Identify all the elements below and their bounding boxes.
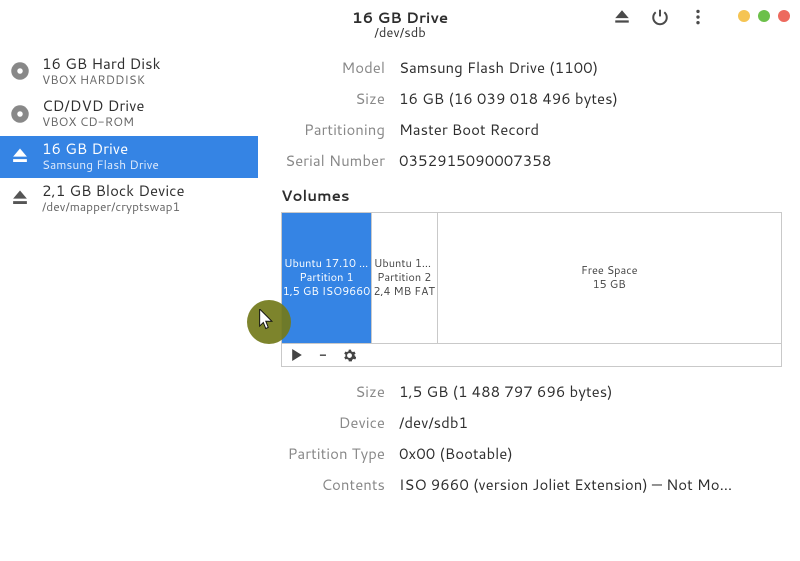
play-icon xyxy=(291,349,303,361)
window-close[interactable] xyxy=(778,10,790,22)
volume-block-0[interactable]: Ubuntu 17.10 a…Partition 11,5 GB ISO9660 xyxy=(282,213,372,343)
eject-button[interactable] xyxy=(610,5,634,29)
field-label: Model xyxy=(259,57,385,78)
field-value: 0x00 (Bootable) xyxy=(399,443,782,464)
volume-block-1[interactable]: Ubuntu 17…Partition 22,4 MB FAT xyxy=(372,213,438,343)
header-subtitle: /dev/sdb xyxy=(352,26,448,40)
drive-icon xyxy=(8,186,32,210)
field-value: Samsung Flash Drive (1100) xyxy=(399,57,782,78)
field-label: Partition Type xyxy=(259,443,385,464)
field-label: Partitioning xyxy=(259,119,385,140)
eject-icon xyxy=(613,8,631,26)
sidebar-item-subtitle: Samsung Flash Drive xyxy=(42,158,159,172)
field-label: Contents xyxy=(259,474,385,495)
field-value: 0352915090007358 xyxy=(399,150,782,171)
volumes-toolbar: − xyxy=(281,343,782,367)
window-minimize[interactable] xyxy=(738,10,750,22)
headerbar: 16 GB Drive /dev/sdb xyxy=(0,0,800,51)
drive-icon xyxy=(8,102,32,126)
partition-info: Size 1,5 GB (1 488 797 696 bytes) Device/d… xyxy=(259,381,782,495)
field-label: Size xyxy=(259,381,385,402)
volumes-diagram: Ubuntu 17.10 a…Partition 11,5 GB ISO9660… xyxy=(281,212,782,343)
header-title-block: 16 GB Drive /dev/sdb xyxy=(352,10,448,41)
sidebar-item-subtitle: VBOX CD-ROM xyxy=(42,115,144,129)
mount-button[interactable] xyxy=(288,346,306,364)
window-maximize[interactable] xyxy=(758,10,770,22)
drive-info: Model Samsung Flash Drive (1100) Size 16 GB… xyxy=(259,57,782,171)
gear-icon xyxy=(343,349,356,362)
field-value: Master Boot Record xyxy=(399,119,782,140)
sidebar-item-2[interactable]: 16 GB DriveSamsung Flash Drive xyxy=(0,136,258,178)
power-button[interactable] xyxy=(648,5,672,29)
field-label: Size xyxy=(259,88,385,109)
field-value: ISO 9660 (version Joliet Extension) — No… xyxy=(399,474,782,495)
content-pane: Model Samsung Flash Drive (1100) Size 16 GB… xyxy=(259,51,800,561)
sidebar-item-1[interactable]: CD/DVD DriveVBOX CD-ROM xyxy=(0,93,258,135)
volume-block-2[interactable]: Free Space15 GB xyxy=(438,213,782,343)
menu-button[interactable] xyxy=(686,5,710,29)
kebab-icon xyxy=(689,8,707,26)
sidebar-item-0[interactable]: 16 GB Hard DiskVBOX HARDDISK xyxy=(0,51,258,93)
drive-icon xyxy=(8,59,32,83)
field-value: /dev/sdb1 xyxy=(399,412,782,433)
sidebar-item-subtitle: /dev/mapper/cryptswap1 xyxy=(42,200,185,214)
window-controls xyxy=(738,10,790,22)
delete-partition-button[interactable]: − xyxy=(314,346,332,364)
sidebar-item-3[interactable]: 2,1 GB Block Device/dev/mapper/cryptswap… xyxy=(0,178,258,220)
volume-line3: 15 GB xyxy=(593,278,626,292)
volumes-heading: Volumes xyxy=(281,185,782,206)
power-icon xyxy=(651,8,669,26)
field-label: Device xyxy=(259,412,385,433)
drive-icon xyxy=(8,144,32,168)
field-value: 1,5 GB (1 488 797 696 bytes) xyxy=(399,381,782,402)
volume-line3: 2,4 MB FAT xyxy=(373,285,434,299)
field-value: 16 GB (16 039 018 496 bytes) xyxy=(399,88,782,109)
partition-settings-button[interactable] xyxy=(340,346,358,364)
volume-line3: 1,5 GB ISO9660 xyxy=(283,285,370,299)
field-label: Serial Number xyxy=(259,150,385,171)
sidebar-item-subtitle: VBOX HARDDISK xyxy=(42,73,160,87)
device-sidebar: 16 GB Hard DiskVBOX HARDDISKCD/DVD Drive… xyxy=(0,51,259,561)
